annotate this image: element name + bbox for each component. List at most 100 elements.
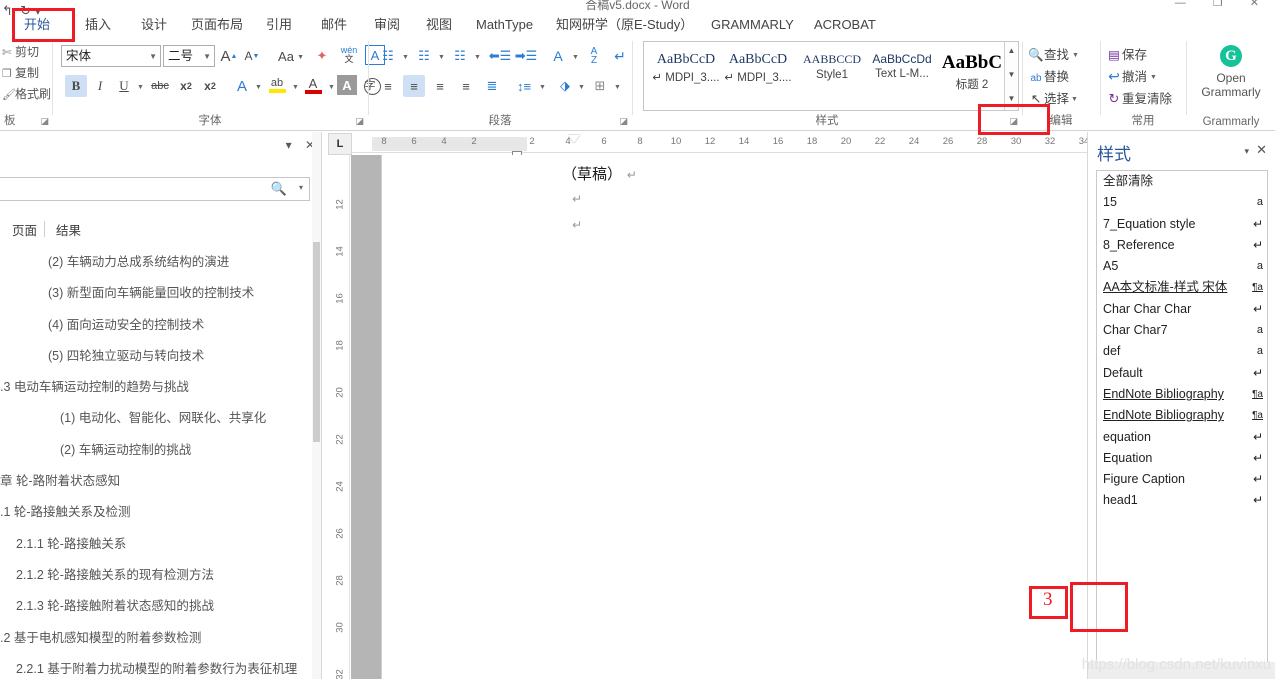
cut-button[interactable]: ✄ 剪切	[2, 43, 39, 60]
justify-button[interactable]: ≡	[455, 75, 477, 97]
multilevel-dropdown-icon[interactable]: ▼	[474, 54, 481, 61]
shrink-font-button[interactable]: A ▼	[242, 45, 262, 67]
close-button[interactable]: ✕	[1250, 0, 1271, 9]
font-size-combo[interactable]: 二号 ▼	[163, 45, 215, 67]
underline-button[interactable]: U	[113, 75, 135, 97]
style-gallery-item[interactable]: AaBbCcD ↵ MDPI_3....	[650, 52, 722, 84]
bullets-dropdown-icon[interactable]: ▼	[402, 54, 409, 61]
nav-tab-results[interactable]: 结果	[56, 220, 81, 239]
vertical-ruler[interactable]: 12 14 16 18 20 22 24 26 28 30 32	[330, 155, 350, 679]
styles-pane-item[interactable]: 15 a	[1097, 192, 1267, 213]
styles-list[interactable]: 全部清除 15 a 7_Equation style ↵ 8_Reference ↵ A5 a A…	[1096, 170, 1268, 665]
restore-button[interactable]: ❐	[1213, 0, 1235, 9]
decrease-indent-icon[interactable]: ⬅☰	[489, 45, 512, 67]
asian-layout-dropdown-icon[interactable]: ▼	[572, 54, 579, 61]
ribbon-tab-6[interactable]: 审阅	[368, 14, 406, 36]
char-shading-icon[interactable]: A	[337, 75, 357, 95]
navigation-heading-list[interactable]: (2) 车辆动力总成系统结构的演进 (3) 新型面向车辆能量回收的控制技术 (4) …	[0, 247, 321, 679]
nav-heading-item[interactable]: .3 电动车辆运动控制的趋势与挑战	[0, 372, 321, 403]
text-effects-dropdown-icon[interactable]: ▼	[255, 84, 262, 91]
subscript-button[interactable]: x2	[175, 75, 197, 97]
format-painter-button[interactable]: 🖌格式刷	[2, 85, 51, 102]
styles-pane-item[interactable]: Default ↵	[1097, 363, 1267, 384]
paragraph-dialog-launcher[interactable]: ◪	[619, 116, 628, 127]
nav-heading-item[interactable]: 2.2.1 基于附着力扰动模型的附着参数行为表征机理	[0, 654, 321, 679]
change-case-button[interactable]: Aa ▼	[269, 45, 304, 67]
italic-button[interactable]: I	[89, 75, 111, 97]
style-gallery-item[interactable]: AaBbC 标题 2	[936, 52, 1008, 92]
gallery-scroll-up[interactable]: ▲	[1005, 42, 1018, 60]
font-family-combo[interactable]: 宋体 ▼	[61, 45, 161, 67]
replace-button[interactable]: ab 替换	[1028, 66, 1069, 85]
ribbon-tab-strip[interactable]: ↰ ↻ ▾ 开始 插入 设计 页面布局 引用 邮件 审阅 视图 MathType 知网研学（原E-…	[0, 3, 1275, 37]
copy-button[interactable]: ❐ 复制	[2, 64, 39, 81]
shading-icon[interactable]: ⬗	[553, 75, 577, 97]
search-icon[interactable]: 🔍	[271, 181, 287, 197]
ribbon-tab-2[interactable]: 设计	[135, 14, 173, 36]
nav-tab-pages[interactable]: 页面	[12, 220, 37, 239]
tab-stop-selector[interactable]: L	[328, 133, 352, 155]
show-marks-icon[interactable]: ↵	[609, 45, 631, 67]
first-line-indent-marker[interactable]	[568, 135, 580, 143]
nav-heading-item[interactable]: (2) 车辆动力总成系统结构的演进	[0, 247, 321, 278]
styles-pane-item[interactable]: 7_Equation style ↵	[1097, 214, 1267, 235]
borders-dropdown-icon[interactable]: ▼	[614, 84, 621, 91]
styles-pane-close-icon[interactable]: ✕	[1256, 142, 1267, 158]
ribbon-tab-11[interactable]: ACROBAT	[808, 14, 882, 36]
styles-pane-item[interactable]: EndNote Bibliography ¶a	[1097, 405, 1267, 426]
open-grammarly-button[interactable]: Open Grammarly	[1191, 71, 1271, 99]
chevron-down-icon[interactable]: ▾	[286, 138, 292, 152]
document-paragraph[interactable]: （草稿） ↵	[562, 163, 637, 184]
styles-pane-item[interactable]: Char Char7 a	[1097, 320, 1267, 341]
font-color-icon[interactable]: A	[301, 73, 325, 97]
ribbon-tab-4[interactable]: 引用	[260, 14, 298, 36]
clear-formatting-icon[interactable]: ✦	[311, 45, 333, 67]
phonetic-guide-icon[interactable]: wén 文	[337, 43, 361, 67]
select-button[interactable]: ↖ 选择 ▼	[1028, 88, 1078, 107]
styles-pane-menu-chevron-icon[interactable]: ▾	[1244, 146, 1249, 157]
ribbon-tab-7[interactable]: 视图	[420, 14, 458, 36]
nav-heading-item[interactable]: .1 轮-路接触关系及检测	[0, 497, 321, 528]
increase-indent-icon[interactable]: ➡☰	[515, 45, 538, 67]
clipboard-dialog-launcher[interactable]: ◪	[40, 116, 49, 127]
nav-heading-item[interactable]: 2.1.1 轮-路接触关系	[0, 529, 321, 560]
style-gallery-item[interactable]: AABBCCD Style1	[796, 52, 868, 81]
font-dialog-launcher[interactable]: ◪	[355, 116, 364, 127]
highlight-icon[interactable]: ab	[265, 73, 289, 97]
gallery-more-button[interactable]: ▼	[1005, 90, 1018, 108]
undo-button[interactable]: ↩ 撤消 ▼	[1106, 66, 1157, 85]
line-spacing-dropdown-icon[interactable]: ▼	[539, 84, 546, 91]
nav-heading-item[interactable]: (3) 新型面向车辆能量回收的控制技术	[0, 278, 321, 309]
navigation-search-input[interactable]: 当 🔍 ▾	[0, 177, 310, 201]
styles-pane-item[interactable]: equation ↵	[1097, 427, 1267, 448]
align-left-button[interactable]: ≡	[377, 75, 399, 97]
document-paragraph[interactable]: ↵	[572, 189, 582, 207]
text-effects-icon[interactable]: A	[231, 75, 253, 97]
styles-gallery[interactable]: AaBbCcD ↵ MDPI_3.... AaBbCcD ↵ MDPI_3.... AA…	[643, 41, 1019, 111]
repeat-clear-button[interactable]: ↻ 重复清除	[1106, 88, 1172, 107]
ribbon-tab-1[interactable]: 插入	[79, 14, 117, 36]
distributed-align-button[interactable]: ≣	[481, 75, 503, 97]
align-center-button[interactable]: ≡	[403, 75, 425, 97]
sort-icon[interactable]: AZ	[583, 43, 605, 69]
font-color-dropdown-icon[interactable]: ▼	[328, 84, 335, 91]
styles-pane-item[interactable]: AA本文标准-样式 宋体 ¶a	[1097, 277, 1267, 298]
ribbon-tab-9[interactable]: 知网研学（原E-Study）	[550, 14, 699, 36]
multilevel-list-icon[interactable]: ☷	[449, 45, 471, 67]
styles-pane-item[interactable]: Figure Caption ↵	[1097, 469, 1267, 490]
styles-pane-item[interactable]: 8_Reference ↵	[1097, 235, 1267, 256]
shading-dropdown-icon[interactable]: ▼	[578, 84, 585, 91]
navigation-scrollbar[interactable]	[312, 132, 321, 679]
styles-pane-item[interactable]: 全部清除	[1097, 171, 1267, 192]
nav-heading-item[interactable]: (1) 电动化、智能化、网联化、共享化	[0, 403, 321, 434]
styles-pane-item[interactable]: head1 ↵	[1097, 490, 1267, 511]
line-spacing-icon[interactable]: ↕≡	[513, 75, 535, 97]
ribbon-tab-8[interactable]: MathType	[470, 14, 539, 36]
document-paragraph[interactable]: ↵	[572, 215, 582, 233]
search-options-chevron-icon[interactable]: ▾	[299, 183, 303, 192]
document-page[interactable]: （草稿） ↵ ↵ ↵	[381, 155, 1087, 679]
grammarly-logo-icon[interactable]: G	[1220, 45, 1242, 67]
style-gallery-item[interactable]: AaBbCcD ↵ MDPI_3....	[722, 52, 794, 84]
superscript-button[interactable]: x2	[199, 75, 221, 97]
asian-layout-icon[interactable]: A	[545, 45, 571, 67]
